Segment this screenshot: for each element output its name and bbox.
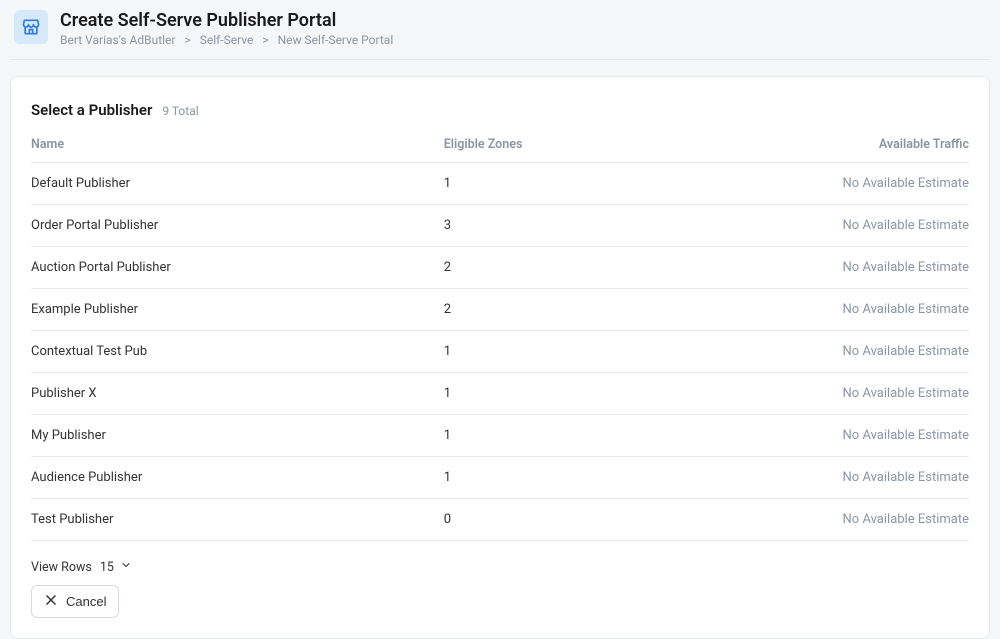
eligible-zones: 1 bbox=[444, 386, 782, 401]
table-row[interactable]: Publisher X1No Available Estimate bbox=[31, 373, 969, 415]
available-traffic: No Available Estimate bbox=[781, 260, 969, 275]
chevron-down-icon bbox=[120, 559, 132, 575]
publisher-name: Publisher X bbox=[31, 386, 444, 401]
column-header-traffic[interactable]: Available Traffic bbox=[781, 137, 969, 152]
eligible-zones: 1 bbox=[444, 428, 782, 443]
available-traffic: No Available Estimate bbox=[781, 512, 969, 527]
view-rows-select[interactable]: 15 bbox=[100, 559, 132, 575]
breadcrumb-item[interactable]: Bert Varias's AdButler bbox=[60, 33, 175, 47]
table-row[interactable]: Test Publisher0No Available Estimate bbox=[31, 499, 969, 541]
table-row[interactable]: My Publisher1No Available Estimate bbox=[31, 415, 969, 457]
table-row[interactable]: Example Publisher2No Available Estimate bbox=[31, 289, 969, 331]
table-header: Name Eligible Zones Available Traffic bbox=[31, 137, 969, 163]
publisher-name: Audience Publisher bbox=[31, 470, 444, 485]
available-traffic: No Available Estimate bbox=[781, 470, 969, 485]
eligible-zones: 3 bbox=[444, 218, 782, 233]
table-row[interactable]: Audience Publisher1No Available Estimate bbox=[31, 457, 969, 499]
table-row[interactable]: Order Portal Publisher3No Available Esti… bbox=[31, 205, 969, 247]
table-row[interactable]: Default Publisher1No Available Estimate bbox=[31, 163, 969, 205]
close-icon bbox=[44, 593, 58, 610]
available-traffic: No Available Estimate bbox=[781, 218, 969, 233]
view-rows-value: 15 bbox=[100, 560, 114, 575]
page-title: Create Self-Serve Publisher Portal bbox=[60, 10, 393, 31]
breadcrumb-item: New Self-Serve Portal bbox=[278, 33, 394, 47]
storefront-icon bbox=[14, 10, 48, 44]
available-traffic: No Available Estimate bbox=[781, 386, 969, 401]
column-header-zones[interactable]: Eligible Zones bbox=[444, 137, 782, 152]
eligible-zones: 1 bbox=[444, 470, 782, 485]
view-rows-label: View Rows bbox=[31, 560, 92, 575]
section-title: Select a Publisher bbox=[31, 101, 152, 119]
breadcrumb-separator: > bbox=[184, 33, 190, 47]
table-row[interactable]: Contextual Test Pub1No Available Estimat… bbox=[31, 331, 969, 373]
cancel-button[interactable]: Cancel bbox=[31, 585, 119, 618]
table-row[interactable]: Auction Portal Publisher2No Available Es… bbox=[31, 247, 969, 289]
breadcrumb: Bert Varias's AdButler > Self-Serve > Ne… bbox=[60, 33, 393, 47]
pagination-row: View Rows 15 bbox=[31, 559, 969, 575]
available-traffic: No Available Estimate bbox=[781, 302, 969, 317]
eligible-zones: 2 bbox=[444, 260, 782, 275]
available-traffic: No Available Estimate bbox=[781, 344, 969, 359]
table-body: Default Publisher1No Available EstimateO… bbox=[31, 163, 969, 541]
available-traffic: No Available Estimate bbox=[781, 176, 969, 191]
publisher-name: Default Publisher bbox=[31, 176, 444, 191]
cancel-button-label: Cancel bbox=[66, 594, 106, 609]
publisher-name: My Publisher bbox=[31, 428, 444, 443]
breadcrumb-item[interactable]: Self-Serve bbox=[200, 33, 254, 47]
publisher-name: Contextual Test Pub bbox=[31, 344, 444, 359]
available-traffic: No Available Estimate bbox=[781, 428, 969, 443]
header-text: Create Self-Serve Publisher Portal Bert … bbox=[60, 10, 393, 47]
publisher-card: Select a Publisher 9 Total Name Eligible… bbox=[10, 76, 990, 639]
section-header: Select a Publisher 9 Total bbox=[31, 101, 969, 119]
breadcrumb-separator: > bbox=[262, 33, 268, 47]
section-total: 9 Total bbox=[162, 104, 198, 118]
column-header-name[interactable]: Name bbox=[31, 137, 444, 152]
eligible-zones: 0 bbox=[444, 512, 782, 527]
header-divider bbox=[10, 59, 990, 60]
page-header: Create Self-Serve Publisher Portal Bert … bbox=[0, 0, 1000, 59]
publisher-name: Example Publisher bbox=[31, 302, 444, 317]
eligible-zones: 1 bbox=[444, 344, 782, 359]
eligible-zones: 2 bbox=[444, 302, 782, 317]
publisher-name: Order Portal Publisher bbox=[31, 218, 444, 233]
publisher-name: Auction Portal Publisher bbox=[31, 260, 444, 275]
publisher-name: Test Publisher bbox=[31, 512, 444, 527]
eligible-zones: 1 bbox=[444, 176, 782, 191]
